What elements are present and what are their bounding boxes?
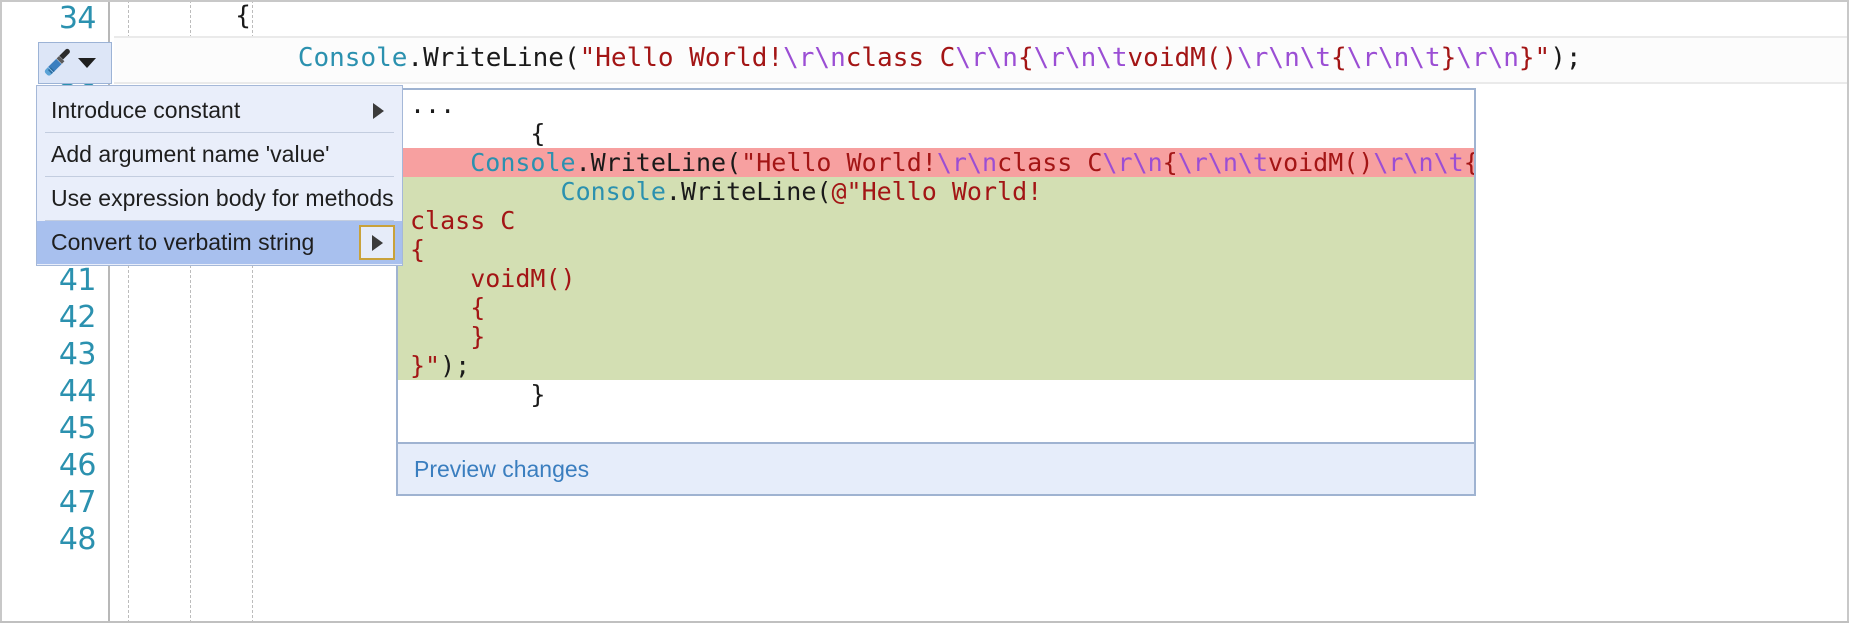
code-token-str: }" bbox=[1518, 43, 1551, 73]
preview-line-context: { bbox=[410, 119, 546, 148]
code-token-punct: ); bbox=[1550, 43, 1582, 73]
code-token-plain: { bbox=[110, 1, 251, 31]
code-token-type: Console bbox=[560, 177, 666, 206]
preview-line-context: ... bbox=[410, 90, 456, 119]
code-token-str: { bbox=[1162, 148, 1178, 177]
code-line-35: Console.WriteLine("Hello World!\r\nclass… bbox=[110, 40, 1582, 76]
preview-line-context: } bbox=[410, 380, 546, 409]
code-token-str: { bbox=[410, 235, 426, 264]
code-token-esc: \r\n\t bbox=[1373, 148, 1464, 177]
preview-line-add: { bbox=[398, 293, 1474, 322]
line-number: 44 bbox=[58, 374, 97, 409]
code-token-punct: ( bbox=[816, 177, 832, 206]
line-number: 42 bbox=[58, 300, 97, 335]
menu-item-label: Convert to verbatim string bbox=[51, 229, 315, 255]
code-token-str: "Hello World! bbox=[579, 43, 784, 73]
quick-actions-button[interactable] bbox=[38, 42, 112, 84]
code-token-str: voidM() bbox=[1268, 148, 1374, 177]
code-token-str: { bbox=[410, 293, 486, 322]
preview-line-add: voidM() bbox=[398, 264, 1474, 293]
line-number: 45 bbox=[58, 411, 97, 446]
code-token-punct: ); bbox=[440, 351, 471, 380]
menu-item-use-expression-body[interactable]: Use expression body for methods bbox=[37, 177, 402, 220]
code-token-str: { bbox=[1017, 43, 1034, 73]
line-number: 43 bbox=[58, 337, 97, 372]
preview-line-context: ... bbox=[398, 438, 1474, 442]
code-token-plain: WriteLine bbox=[423, 43, 564, 73]
code-token-plain: WriteLine bbox=[680, 177, 817, 206]
line-number: 41 bbox=[58, 263, 97, 298]
window-top-border bbox=[0, 0, 1849, 2]
code-token-punct: . bbox=[407, 43, 424, 73]
code-token-type: Console bbox=[470, 148, 576, 177]
code-token-str: class C bbox=[845, 43, 956, 73]
menu-item-label: Use expression body for methods bbox=[51, 185, 394, 211]
code-token-punct: ( bbox=[563, 43, 580, 73]
code-token-str: } bbox=[410, 322, 486, 351]
code-token-esc: \r\n\t bbox=[1177, 148, 1269, 177]
code-token-punct: . bbox=[665, 177, 681, 206]
quick-actions-context-menu[interactable]: Introduce constant Add argument name 'va… bbox=[36, 85, 403, 266]
preview-line-add: Console.WriteLine(@"Hello World! bbox=[398, 177, 1474, 206]
menu-item-label: Add argument name 'value' bbox=[51, 141, 330, 167]
code-token-esc: \r\n bbox=[1456, 43, 1519, 73]
code-token-esc: \r\n\t bbox=[1346, 43, 1441, 73]
menu-item-convert-to-verbatim-string[interactable]: Convert to verbatim string bbox=[37, 221, 402, 264]
screwdriver-icon bbox=[44, 48, 70, 76]
code-token-esc: \r\n\t bbox=[1237, 43, 1332, 73]
code-token-str: voidM() bbox=[410, 264, 576, 293]
preview-line-del: Console.WriteLine("Hello World!\r\nclass… bbox=[398, 148, 1474, 177]
code-token-str: voidM() bbox=[1127, 43, 1238, 73]
code-token-esc: \r\n bbox=[783, 43, 846, 73]
code-token-esc: \r\n bbox=[955, 43, 1018, 73]
code-token-esc: \r\n bbox=[936, 148, 998, 177]
chevron-down-icon[interactable] bbox=[78, 58, 96, 68]
preview-line-add: class C bbox=[398, 206, 1474, 235]
preview-line-add: { bbox=[398, 235, 1474, 264]
code-fix-preview-popup: ... { Console.WriteLine("Hello World!\r\… bbox=[396, 88, 1476, 496]
submenu-chevron-right-icon bbox=[371, 234, 383, 251]
code-token-esc: \r\n bbox=[1102, 148, 1163, 177]
code-token-str: { bbox=[1331, 43, 1347, 73]
preview-diff-body: ... { Console.WriteLine("Hello World!\r\… bbox=[396, 88, 1476, 444]
code-token-str: class C bbox=[997, 148, 1103, 177]
code-token-str: class C bbox=[410, 206, 516, 235]
code-token-esc: \r\n\t bbox=[1033, 43, 1128, 73]
menu-item-add-argument-name[interactable]: Add argument name 'value' bbox=[37, 133, 402, 176]
code-line-34: { bbox=[110, 0, 251, 34]
code-token-str: @"Hello World! bbox=[831, 177, 1043, 206]
code-token-type: Console bbox=[297, 43, 408, 73]
line-number: 46 bbox=[58, 448, 97, 483]
menu-item-introduce-constant[interactable]: Introduce constant bbox=[37, 89, 402, 132]
code-editor[interactable]: 34 35 36 37 38 39 40 41 42 43 44 45 46 4… bbox=[0, 0, 1849, 623]
code-token-str: } bbox=[1440, 43, 1457, 73]
preview-line-context bbox=[398, 409, 1474, 438]
preview-changes-link[interactable]: Preview changes bbox=[414, 456, 589, 483]
window-left-border bbox=[0, 0, 2, 623]
line-number: 34 bbox=[58, 1, 97, 36]
code-token-str: "Hello World! bbox=[741, 148, 937, 177]
line-number: 47 bbox=[58, 485, 97, 520]
code-token-punct: ( bbox=[726, 148, 742, 177]
preview-footer: Preview changes bbox=[396, 444, 1476, 496]
submenu-expand-button[interactable] bbox=[359, 225, 395, 260]
code-token-plain: WriteLine bbox=[590, 148, 727, 177]
line-number: 48 bbox=[58, 522, 97, 557]
code-token-punct: . bbox=[575, 148, 591, 177]
menu-item-label: Introduce constant bbox=[51, 97, 241, 123]
preview-line-add: }"); bbox=[398, 351, 1474, 380]
preview-line-add: } bbox=[398, 322, 1474, 351]
code-token-str: { bbox=[1464, 148, 1474, 177]
submenu-chevron-right-icon bbox=[373, 102, 384, 119]
code-token-str: }" bbox=[410, 351, 441, 380]
